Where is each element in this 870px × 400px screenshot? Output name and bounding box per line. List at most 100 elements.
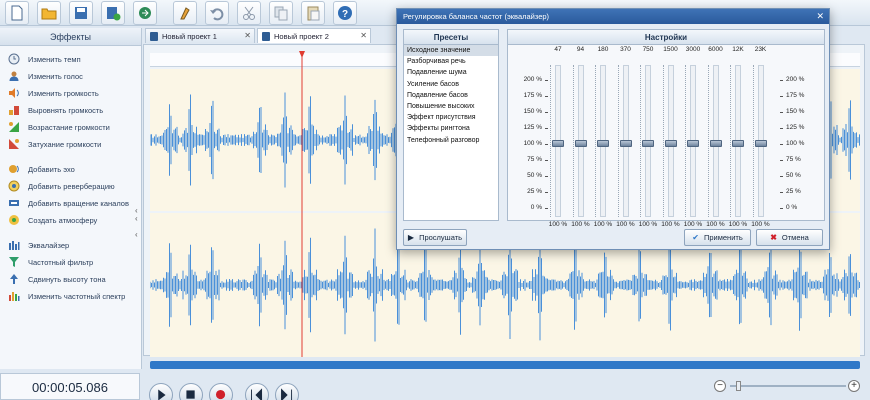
band-slider-knob[interactable] bbox=[597, 140, 609, 147]
effects-panel: Эффекты Изменить темп Изменить голос Изм… bbox=[0, 28, 142, 369]
close-icon[interactable]: ✕ bbox=[360, 31, 367, 40]
rewind-button[interactable] bbox=[245, 383, 269, 400]
close-icon[interactable]: ✕ bbox=[244, 31, 251, 40]
effect-level-volume[interactable]: Выровнять громкость bbox=[8, 103, 103, 117]
band-slider-knob[interactable] bbox=[687, 140, 699, 147]
preset-item[interactable]: Эффекты рингтона bbox=[404, 123, 498, 134]
project-icon bbox=[150, 31, 158, 41]
effect-create-atmosphere[interactable]: Создать атмосферу bbox=[8, 213, 97, 227]
echo-icon bbox=[8, 163, 20, 175]
help-icon[interactable]: ? bbox=[333, 1, 357, 25]
level-tick bbox=[780, 112, 783, 113]
slider-guide bbox=[662, 65, 664, 217]
effect-label: Изменить громкость bbox=[28, 88, 99, 98]
level-label: 150 % bbox=[786, 108, 805, 115]
level-label: 100 % bbox=[523, 140, 542, 147]
effect-add-echo[interactable]: Добавить эхо bbox=[8, 162, 75, 176]
project-tabs: Новый проект 1 ✕ Новый проект 2 ✕ bbox=[143, 28, 373, 44]
level-tick bbox=[780, 160, 783, 161]
apply-button[interactable]: ✔ Применить bbox=[684, 229, 751, 246]
add-file-icon[interactable] bbox=[101, 1, 125, 25]
effect-fade-out[interactable]: Затухание громкости bbox=[8, 137, 101, 151]
preset-item[interactable]: Подавление шума bbox=[404, 67, 498, 78]
effect-label: Сдвинуть высоту тона bbox=[28, 274, 106, 284]
zoom-slider-thumb[interactable] bbox=[736, 381, 741, 391]
band-slider-knob[interactable] bbox=[709, 140, 722, 147]
level-label: 100 % bbox=[786, 140, 805, 147]
level-tick bbox=[545, 208, 548, 209]
band-slider-knob[interactable] bbox=[552, 140, 564, 147]
level-tick bbox=[545, 176, 548, 177]
band-slider-knob[interactable] bbox=[619, 140, 632, 147]
effect-label: Эквалайзер bbox=[28, 240, 70, 250]
preset-item[interactable]: Подавление басов bbox=[404, 90, 498, 101]
band-slider-knob[interactable] bbox=[754, 140, 767, 147]
fade-out-icon bbox=[8, 138, 20, 150]
cancel-button[interactable]: ✖ Отмена bbox=[756, 229, 823, 246]
export-icon[interactable] bbox=[133, 1, 157, 25]
band-value: 100 % bbox=[571, 221, 590, 228]
preset-item[interactable]: Повышение высоких bbox=[404, 101, 498, 112]
level-label: 0 % bbox=[530, 204, 542, 211]
effect-change-voice[interactable]: Изменить голос bbox=[8, 69, 83, 83]
listen-button[interactable]: ▶ Прослушать bbox=[403, 229, 467, 246]
horizontal-scrollbar[interactable] bbox=[150, 361, 860, 369]
presets-list: Исходное значение Разборчивая речь Подавле… bbox=[404, 45, 498, 146]
band-slider-knob[interactable] bbox=[732, 140, 744, 147]
effect-fade-in[interactable]: Возрастание громкости bbox=[8, 120, 110, 134]
effect-label: Возрастание громкости bbox=[28, 122, 110, 132]
paste-icon[interactable] bbox=[301, 1, 325, 25]
dialog-title-bar: Регулировка баланса частот (эквалайзер) … bbox=[397, 9, 829, 24]
effect-change-volume[interactable]: Изменить громкость bbox=[8, 86, 99, 100]
preset-item[interactable]: Телефонный разговор bbox=[404, 135, 498, 146]
level-tick bbox=[780, 96, 783, 97]
level-label: 25 % bbox=[527, 188, 542, 195]
band-value: 100 % bbox=[593, 221, 613, 228]
stop-button[interactable] bbox=[179, 383, 203, 400]
level-tick bbox=[780, 80, 783, 81]
effect-change-tempo[interactable]: Изменить темп bbox=[8, 52, 81, 66]
close-icon[interactable]: ✕ bbox=[816, 9, 824, 24]
band-slider-knob[interactable] bbox=[642, 140, 654, 147]
play-button[interactable] bbox=[149, 383, 173, 400]
cut-icon[interactable] bbox=[237, 1, 261, 25]
preset-item[interactable]: Исходное значение bbox=[404, 45, 498, 57]
band-slider-knob[interactable] bbox=[664, 140, 677, 147]
preset-item[interactable]: Усиление басов bbox=[404, 79, 498, 90]
zoom-out-button[interactable]: − bbox=[714, 380, 726, 392]
preset-item[interactable]: Эффект присутствия bbox=[404, 112, 498, 123]
clock-icon bbox=[8, 53, 20, 65]
new-file-icon[interactable] bbox=[5, 1, 29, 25]
band-value: 100 % bbox=[661, 221, 680, 228]
level-tick bbox=[545, 160, 548, 161]
effect-pitch-shift[interactable]: Сдвинуть высоту тона bbox=[8, 272, 106, 286]
effect-equalizer[interactable]: Эквалайзер bbox=[8, 238, 69, 252]
zoom-in-button[interactable]: + bbox=[848, 380, 860, 392]
tab-project-1[interactable]: Новый проект 1 ✕ bbox=[145, 28, 255, 43]
undo-icon[interactable] bbox=[205, 1, 229, 25]
chevron-left-icon[interactable]: ‹ bbox=[135, 214, 138, 223]
open-folder-icon[interactable] bbox=[37, 1, 61, 25]
presets-panel: Пресеты Исходное значение Разборчивая реч… bbox=[403, 29, 499, 221]
tab-project-2[interactable]: Новый проект 2 ✕ bbox=[257, 28, 371, 43]
effect-label: Затухание громкости bbox=[28, 139, 102, 149]
band-slider-knob[interactable] bbox=[574, 140, 587, 147]
effect-label: Изменить голос bbox=[28, 71, 83, 81]
band-value: 100 % bbox=[706, 221, 725, 228]
record-button[interactable] bbox=[209, 383, 233, 400]
effect-change-spectrum[interactable]: Изменить частотный спектр bbox=[8, 289, 125, 303]
playhead[interactable] bbox=[296, 51, 312, 357]
effect-channel-rotation[interactable]: Добавить вращение каналов bbox=[8, 196, 129, 210]
zoom-slider-track[interactable] bbox=[730, 385, 846, 387]
copy-icon[interactable] bbox=[269, 1, 293, 25]
effect-frequency-filter[interactable]: Частотный фильтр bbox=[8, 255, 93, 269]
preset-item[interactable]: Разборчивая речь bbox=[404, 56, 498, 67]
forward-button[interactable] bbox=[275, 383, 299, 400]
effects-header: Эффекты bbox=[0, 28, 141, 46]
save-icon[interactable] bbox=[69, 1, 93, 25]
record-icon[interactable] bbox=[173, 1, 197, 25]
effect-add-reverb[interactable]: Добавить реверберацию bbox=[8, 179, 115, 193]
frequency-label: 1500 bbox=[663, 46, 678, 53]
chevron-left-icon[interactable]: ‹ bbox=[135, 230, 138, 239]
equalizer-icon bbox=[8, 239, 20, 251]
